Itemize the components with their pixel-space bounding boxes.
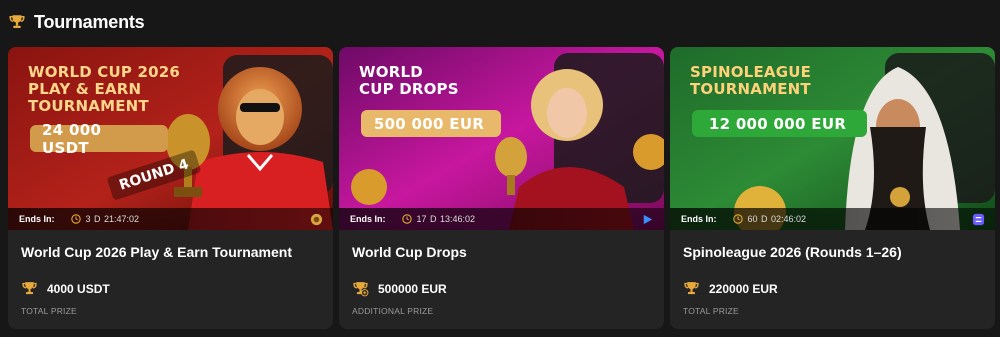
tournament-banner[interactable]: WORLD CUP 2026 PLAY & EARN TOURNAMENT 24… <box>8 47 333 230</box>
tournament-card[interactable]: WORLD CUP DROPS 500 000 EUR Ends In: 17 … <box>339 47 664 329</box>
tournament-list: WORLD CUP 2026 PLAY & EARN TOURNAMENT 24… <box>8 47 995 329</box>
section-header: Tournaments <box>8 10 145 34</box>
tournament-banner[interactable]: SPINOLEAGUE TOURNAMENT 12 000 000 EUR En… <box>670 47 995 230</box>
banner-amount: 12 000 000 EUR <box>708 114 847 133</box>
prize-amount: 500000 EUR <box>378 281 447 296</box>
trophy-icon <box>22 282 37 295</box>
countdown-time: 17 D 13:46:02 <box>416 214 476 224</box>
clock-icon <box>70 214 81 224</box>
banner-title: SPINOLEAGUE TOURNAMENT <box>690 63 812 98</box>
banner-amount: 24 000 USDT <box>42 120 102 157</box>
tournament-card[interactable]: WORLD CUP 2026 PLAY & EARN TOURNAMENT 24… <box>8 47 333 329</box>
countdown-time: 3 D 21:47:02 <box>85 214 140 224</box>
banner-title: WORLD CUP DROPS <box>359 63 459 98</box>
section-title: Tournaments <box>34 11 145 32</box>
tournament-card[interactable]: SPINOLEAGUE TOURNAMENT 12 000 000 EUR En… <box>670 47 995 329</box>
countdown-bar: Ends In: 17 D 13:46:02 <box>339 208 664 230</box>
lion-icon <box>310 213 323 226</box>
tournament-name[interactable]: World Cup Drops <box>352 244 651 262</box>
play-provider-icon <box>643 214 653 225</box>
tournament-name[interactable]: Spinoleague 2026 (Rounds 1–26) <box>683 244 982 262</box>
spinomenal-icon <box>972 213 985 226</box>
tournament-name[interactable]: World Cup 2026 Play & Earn Tournament <box>21 244 320 262</box>
banner-amount: 500 000 EUR <box>373 114 485 133</box>
clock-icon <box>732 214 743 224</box>
prize-label: ADDITIONAL PRIZE <box>352 306 434 316</box>
prize-amount: 220000 EUR <box>709 281 778 296</box>
ends-label: Ends In: <box>350 214 386 224</box>
clock-icon <box>401 214 412 224</box>
prize-label: TOTAL PRIZE <box>21 306 77 316</box>
banner-title: WORLD CUP 2026 PLAY & EARN TOURNAMENT <box>28 63 181 115</box>
prize-amount: 4000 USDT <box>47 281 110 296</box>
countdown-bar: Ends In: 3 D 21:47:02 <box>8 208 333 230</box>
countdown-time: 60 D 02:46:02 <box>747 214 807 224</box>
ends-label: Ends In: <box>681 214 717 224</box>
prize-label: TOTAL PRIZE <box>683 306 739 316</box>
trophy-plus-icon <box>353 282 369 297</box>
trophy-icon <box>9 15 25 28</box>
countdown-bar: Ends In: 60 D 02:46:02 <box>670 208 995 230</box>
trophy-icon <box>684 282 699 295</box>
ends-label: Ends In: <box>19 214 55 224</box>
tournament-banner[interactable]: WORLD CUP DROPS 500 000 EUR Ends In: 17 … <box>339 47 664 230</box>
